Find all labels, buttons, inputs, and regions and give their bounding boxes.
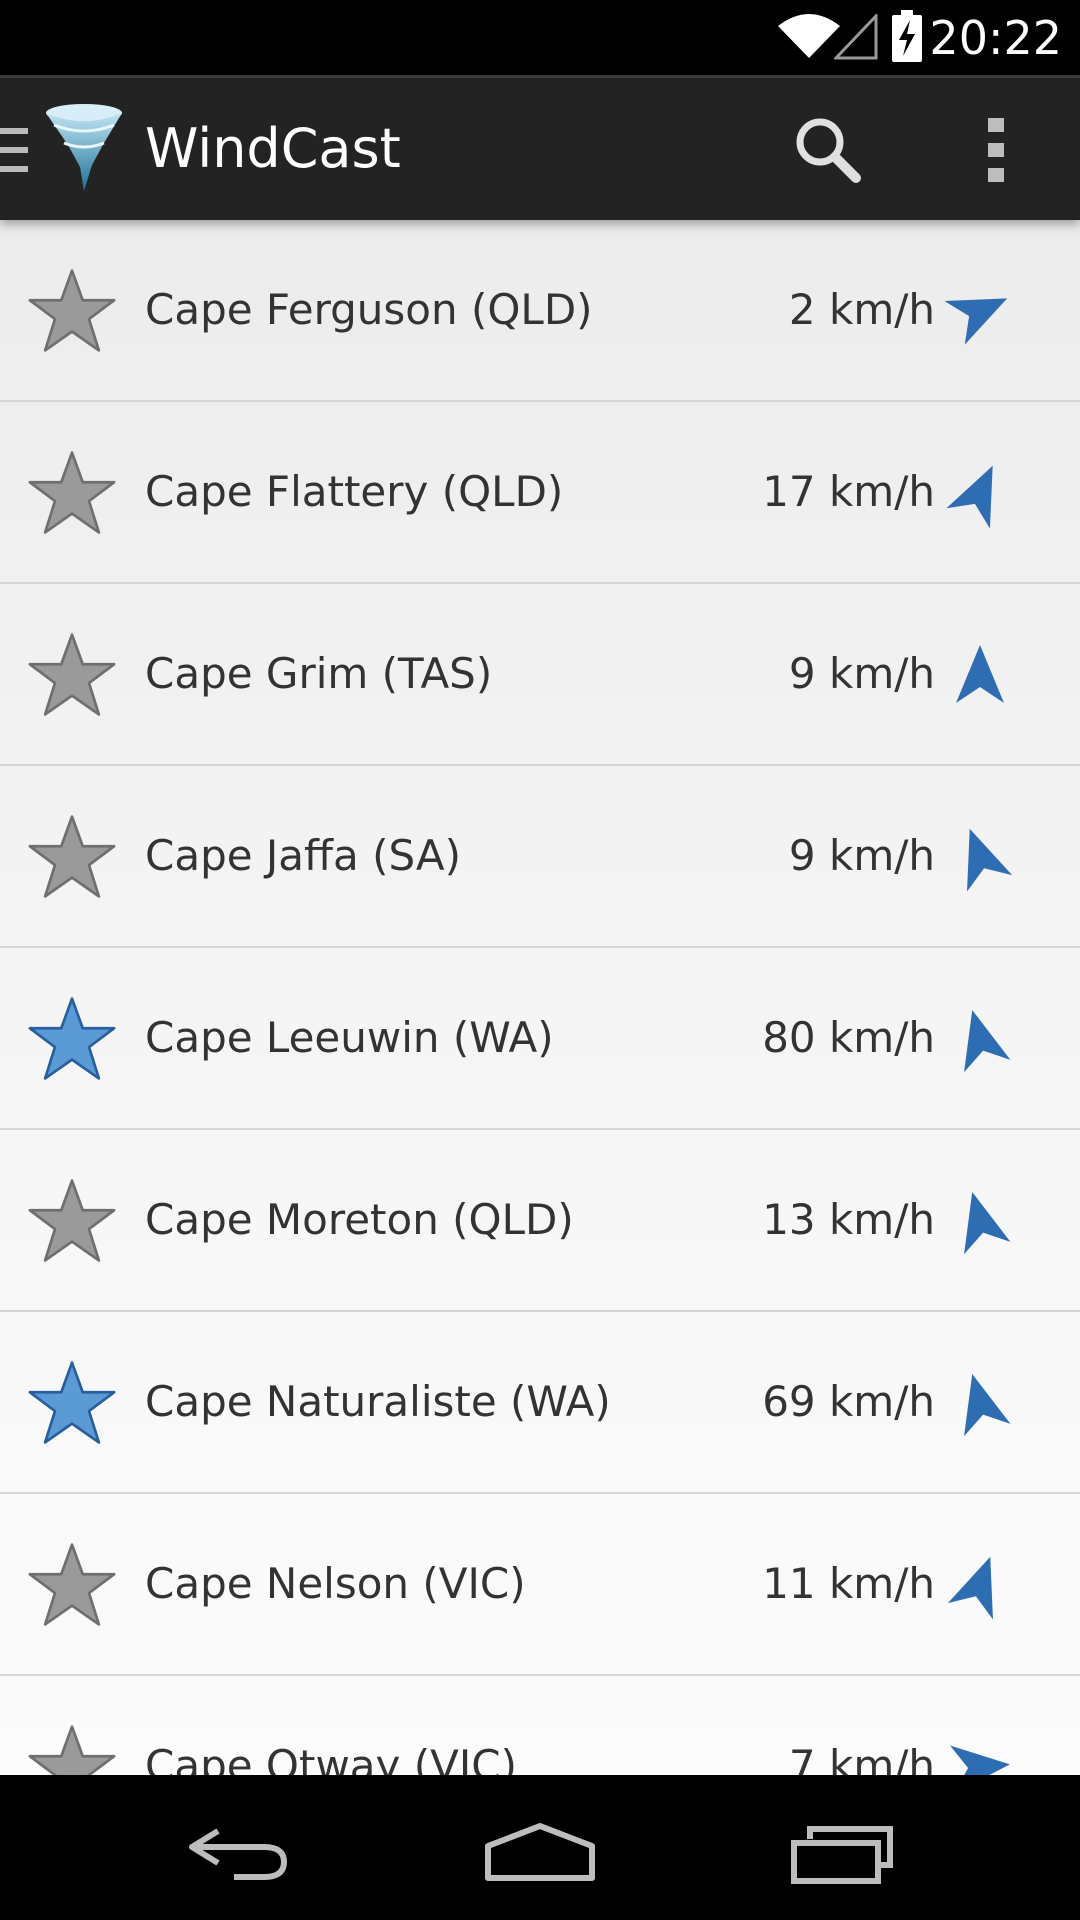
- list-item[interactable]: Cape Moreton (QLD) 13 km/h: [0, 1130, 1080, 1312]
- navigation-bar: [0, 1775, 1080, 1920]
- wind-speed: 9 km/h: [788, 831, 935, 880]
- list-item[interactable]: Cape Naturaliste (WA) 69 km/h: [0, 1312, 1080, 1494]
- list-item[interactable]: Cape Flattery (QLD) 17 km/h: [0, 402, 1080, 584]
- wind-direction-arrow-icon: [950, 1745, 1010, 1775]
- wind-direction-arrow-icon: [964, 1192, 1011, 1255]
- list-item[interactable]: Cape Jaffa (SA) 9 km/h: [0, 766, 1080, 948]
- station-name: Cape Flattery (QLD): [145, 467, 564, 516]
- wind-direction-arrow-icon: [956, 645, 1004, 703]
- station-name: Cape Nelson (VIC): [145, 1559, 526, 1608]
- station-name: Cape Otway (VIC): [145, 1741, 517, 1775]
- star-icon[interactable]: [27, 1178, 117, 1264]
- star-icon[interactable]: [27, 1360, 117, 1446]
- star-icon[interactable]: [27, 632, 117, 718]
- back-icon[interactable]: [188, 1827, 290, 1881]
- list-item[interactable]: Cape Otway (VIC) 7 km/h: [0, 1676, 1080, 1775]
- star-icon[interactable]: [27, 996, 117, 1082]
- station-name: Cape Jaffa (SA): [145, 831, 462, 880]
- status-time: 20:22: [929, 11, 1062, 65]
- star-icon[interactable]: [27, 814, 117, 900]
- wind-speed: 2 km/h: [788, 285, 935, 334]
- wind-direction-arrow-icon: [946, 465, 993, 528]
- app-title: WindCast: [145, 117, 401, 180]
- star-icon[interactable]: [27, 1542, 117, 1628]
- station-name: Cape Grim (TAS): [145, 649, 493, 698]
- wind-direction-arrow-icon: [964, 1374, 1011, 1437]
- wind-direction-arrow-icon: [947, 1556, 993, 1620]
- wind-speed: 13 km/h: [762, 1195, 935, 1244]
- battery-charging-icon: [892, 10, 922, 62]
- star-icon[interactable]: [27, 450, 117, 536]
- search-icon[interactable]: [793, 115, 863, 185]
- recent-apps-icon[interactable]: [790, 1825, 896, 1885]
- wind-speed: 80 km/h: [762, 1013, 935, 1062]
- wind-direction-arrow-icon: [964, 1010, 1011, 1073]
- station-name: Cape Moreton (QLD): [145, 1195, 574, 1244]
- action-bar: WindCast: [0, 75, 1080, 220]
- star-icon[interactable]: [27, 1724, 117, 1775]
- station-name: Cape Ferguson (QLD): [145, 285, 593, 334]
- station-list[interactable]: Cape Ferguson (QLD) 2 km/h Cape Flattery…: [0, 220, 1080, 1775]
- status-bar: 20:22: [0, 0, 1080, 75]
- wind-speed: 17 km/h: [762, 467, 935, 516]
- star-icon[interactable]: [27, 268, 117, 354]
- wind-direction-arrow-icon: [967, 828, 1013, 892]
- drawer-menu-icon[interactable]: [0, 128, 30, 172]
- app-logo-icon[interactable]: [44, 103, 124, 193]
- station-name: Cape Naturaliste (WA): [145, 1377, 611, 1426]
- wind-speed: 69 km/h: [762, 1377, 935, 1426]
- cell-signal-icon: [834, 14, 878, 60]
- list-item[interactable]: Cape Grim (TAS) 9 km/h: [0, 584, 1080, 766]
- list-item[interactable]: Cape Ferguson (QLD) 2 km/h: [0, 220, 1080, 402]
- wind-speed: 9 km/h: [788, 649, 935, 698]
- wind-speed: 7 km/h: [788, 1741, 935, 1775]
- wifi-icon: [778, 14, 840, 58]
- overflow-menu-icon[interactable]: [986, 118, 1008, 182]
- list-item[interactable]: Cape Nelson (VIC) 11 km/h: [0, 1494, 1080, 1676]
- wind-speed: 11 km/h: [762, 1559, 935, 1608]
- station-name: Cape Leeuwin (WA): [145, 1013, 554, 1062]
- list-item[interactable]: Cape Leeuwin (WA) 80 km/h: [0, 948, 1080, 1130]
- wind-direction-arrow-icon: [945, 298, 1008, 345]
- home-icon[interactable]: [484, 1822, 596, 1882]
